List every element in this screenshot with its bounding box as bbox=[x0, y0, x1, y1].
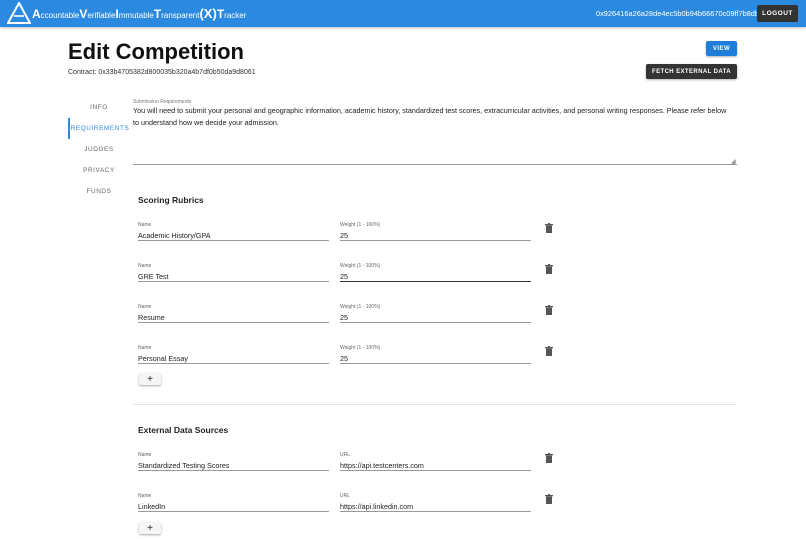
source-name-field[interactable]: Name Standardized Testing Scores bbox=[138, 452, 329, 471]
source-url-label: URL bbox=[340, 493, 351, 499]
fetch-external-data-button[interactable]: FETCH EXTERNAL DATA bbox=[646, 64, 737, 79]
source-url-label: URL bbox=[340, 452, 351, 458]
rubric-name-label: Name bbox=[138, 304, 152, 310]
nav-item-requirements[interactable]: REQUIREMENTS bbox=[68, 118, 130, 139]
delete-source-icon[interactable] bbox=[545, 453, 553, 463]
view-button[interactable]: VIEW bbox=[706, 41, 737, 56]
wallet-address: 0x926416a26a28de4ec5b0b94b66670c09ff7b8d… bbox=[596, 9, 762, 18]
rubric-weight-label: Weight (1 - 100%) bbox=[340, 345, 381, 351]
delete-source-icon[interactable] bbox=[545, 494, 553, 504]
rubric-name-field[interactable]: Name GRE Test bbox=[138, 263, 329, 282]
add-source-button[interactable]: + bbox=[139, 522, 161, 534]
nav-item-info[interactable]: INFO bbox=[68, 97, 130, 118]
logout-button[interactable]: LOGOUT bbox=[757, 5, 798, 22]
rubric-weight-field[interactable]: Weight (1 - 100%) 25 bbox=[340, 304, 531, 323]
source-url-value[interactable]: https://api.testcenters.com bbox=[340, 459, 531, 471]
app-bar: AccountableVerifiableImmutableTransparen… bbox=[0, 0, 806, 27]
scoring-rubrics-title: Scoring Rubrics bbox=[138, 195, 204, 205]
requirements-underline bbox=[133, 164, 737, 165]
rubric-weight-label: Weight (1 - 100%) bbox=[340, 304, 381, 310]
source-name-value[interactable]: LinkedIn bbox=[138, 500, 329, 512]
brand-name: AccountableVerifiableImmutableTransparen… bbox=[32, 6, 247, 21]
section-nav: INFO REQUIREMENTS JUDGES PRIVACY FUNDS bbox=[68, 97, 130, 202]
source-url-field[interactable]: URL https://api.testcenters.com bbox=[340, 452, 531, 471]
section-divider bbox=[133, 404, 737, 405]
nav-item-privacy[interactable]: PRIVACY bbox=[68, 160, 130, 181]
delete-rubric-icon[interactable] bbox=[545, 346, 553, 356]
contract-address: Contract: 0x33b4705382d800035b320a4b7df0… bbox=[68, 69, 256, 76]
rubric-name-value[interactable]: Academic History/GPA bbox=[138, 229, 329, 241]
source-url-value[interactable]: https://api.linkedin.com bbox=[340, 500, 531, 512]
rubric-weight-label: Weight (1 - 100%) bbox=[340, 222, 381, 228]
rubric-name-label: Name bbox=[138, 345, 152, 351]
rubric-weight-field[interactable]: Weight (1 - 100%) 25 bbox=[340, 345, 531, 364]
source-url-field[interactable]: URL https://api.linkedin.com bbox=[340, 493, 531, 512]
source-name-label: Name bbox=[138, 493, 152, 499]
rubric-weight-value[interactable]: 25 bbox=[340, 311, 531, 323]
page-title: Edit Competition bbox=[68, 39, 244, 64]
source-name-value[interactable]: Standardized Testing Scores bbox=[138, 459, 329, 471]
delete-rubric-icon[interactable] bbox=[545, 223, 553, 233]
rubric-name-field[interactable]: Name Resume bbox=[138, 304, 329, 323]
requirements-textarea[interactable]: You will need to submit your personal an… bbox=[133, 105, 733, 129]
add-rubric-button[interactable]: + bbox=[139, 373, 161, 385]
rubric-weight-field[interactable]: Weight (1 - 100%) 25 bbox=[340, 263, 531, 282]
resize-handle-icon[interactable]: ◢ bbox=[731, 158, 736, 165]
nav-item-funds[interactable]: FUNDS bbox=[68, 181, 130, 202]
delete-rubric-icon[interactable] bbox=[545, 305, 553, 315]
source-name-field[interactable]: Name LinkedIn bbox=[138, 493, 329, 512]
rubric-name-value[interactable]: GRE Test bbox=[138, 270, 329, 282]
source-name-label: Name bbox=[138, 452, 152, 458]
rubric-name-label: Name bbox=[138, 222, 152, 228]
rubric-name-value[interactable]: Personal Essay bbox=[138, 352, 329, 364]
rubric-weight-value[interactable]: 25 bbox=[340, 352, 531, 364]
external-data-sources-title: External Data Sources bbox=[138, 425, 229, 435]
rubric-weight-label: Weight (1 - 100%) bbox=[340, 263, 381, 269]
rubric-name-field[interactable]: Name Personal Essay bbox=[138, 345, 329, 364]
logo-icon bbox=[7, 2, 31, 24]
rubric-name-value[interactable]: Resume bbox=[138, 311, 329, 323]
rubric-name-field[interactable]: Name Academic History/GPA bbox=[138, 222, 329, 241]
rubric-weight-field[interactable]: Weight (1 - 100%) 25 bbox=[340, 222, 531, 241]
nav-item-judges[interactable]: JUDGES bbox=[68, 139, 130, 160]
rubric-name-label: Name bbox=[138, 263, 152, 269]
rubric-weight-value[interactable]: 25 bbox=[340, 229, 531, 241]
delete-rubric-icon[interactable] bbox=[545, 264, 553, 274]
rubric-weight-value[interactable]: 25 bbox=[340, 270, 531, 282]
